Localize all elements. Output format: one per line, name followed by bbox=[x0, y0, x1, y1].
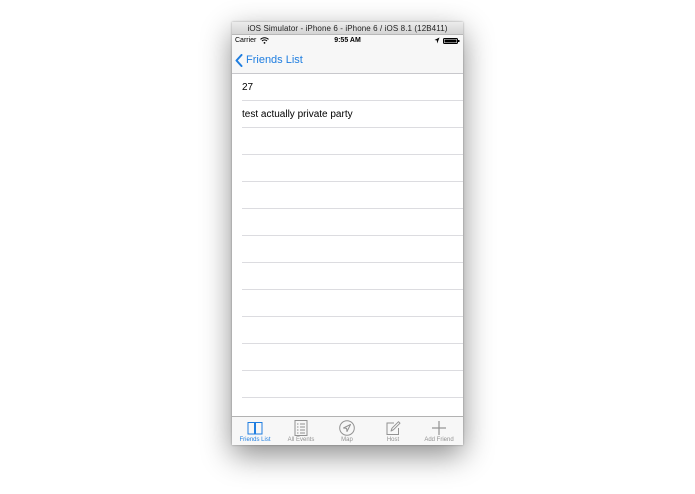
tab-map[interactable]: Map bbox=[324, 417, 370, 445]
empty-table-row bbox=[232, 128, 463, 155]
location-arrow-icon bbox=[434, 37, 440, 44]
tab-label: Add Friend bbox=[424, 437, 454, 443]
clock-time: 9:55 AM bbox=[334, 37, 361, 44]
status-bar: Carrier 9:55 AM bbox=[232, 35, 463, 47]
compose-icon bbox=[386, 421, 401, 435]
window-title: iOS Simulator - iPhone 6 - iPhone 6 / iO… bbox=[232, 22, 463, 35]
empty-table-row bbox=[232, 371, 463, 398]
plus-icon bbox=[432, 421, 446, 435]
events-table: 27 test actually private party bbox=[232, 74, 463, 416]
empty-table-row bbox=[232, 182, 463, 209]
back-button[interactable]: Friends List bbox=[235, 52, 303, 69]
tab-host[interactable]: Host bbox=[370, 417, 416, 445]
empty-table-row bbox=[232, 209, 463, 236]
back-chevron-icon bbox=[235, 54, 243, 67]
list-icon bbox=[294, 420, 308, 436]
tab-add-friend[interactable]: Add Friend bbox=[416, 417, 462, 445]
tab-bar: Friends List All Events Map Host Add Fri… bbox=[232, 416, 463, 445]
row-label: test actually private party bbox=[242, 109, 353, 120]
empty-table-row bbox=[232, 344, 463, 371]
simulator-window: iOS Simulator - iPhone 6 - iPhone 6 / iO… bbox=[232, 22, 463, 445]
tab-label: All Events bbox=[287, 437, 315, 443]
tab-label: Friends List bbox=[239, 437, 271, 443]
empty-table-row bbox=[232, 236, 463, 263]
row-label: 27 bbox=[242, 82, 254, 93]
tab-friends-list[interactable]: Friends List bbox=[232, 417, 278, 445]
book-icon bbox=[247, 422, 263, 435]
empty-table-row bbox=[232, 263, 463, 290]
navigation-bar: Friends List bbox=[232, 47, 463, 74]
navigation-arrow-icon bbox=[339, 420, 355, 436]
tab-label: Host bbox=[386, 437, 400, 443]
back-button-label: Friends List bbox=[246, 54, 303, 66]
empty-table-row bbox=[232, 317, 463, 344]
empty-table-row bbox=[232, 290, 463, 317]
tab-all-events[interactable]: All Events bbox=[278, 417, 324, 445]
table-row[interactable]: test actually private party bbox=[232, 101, 463, 128]
table-row[interactable]: 27 bbox=[232, 74, 463, 101]
battery-icon bbox=[443, 38, 460, 44]
row-separator bbox=[242, 397, 463, 398]
tab-label: Map bbox=[341, 437, 353, 443]
empty-table-row bbox=[232, 155, 463, 182]
